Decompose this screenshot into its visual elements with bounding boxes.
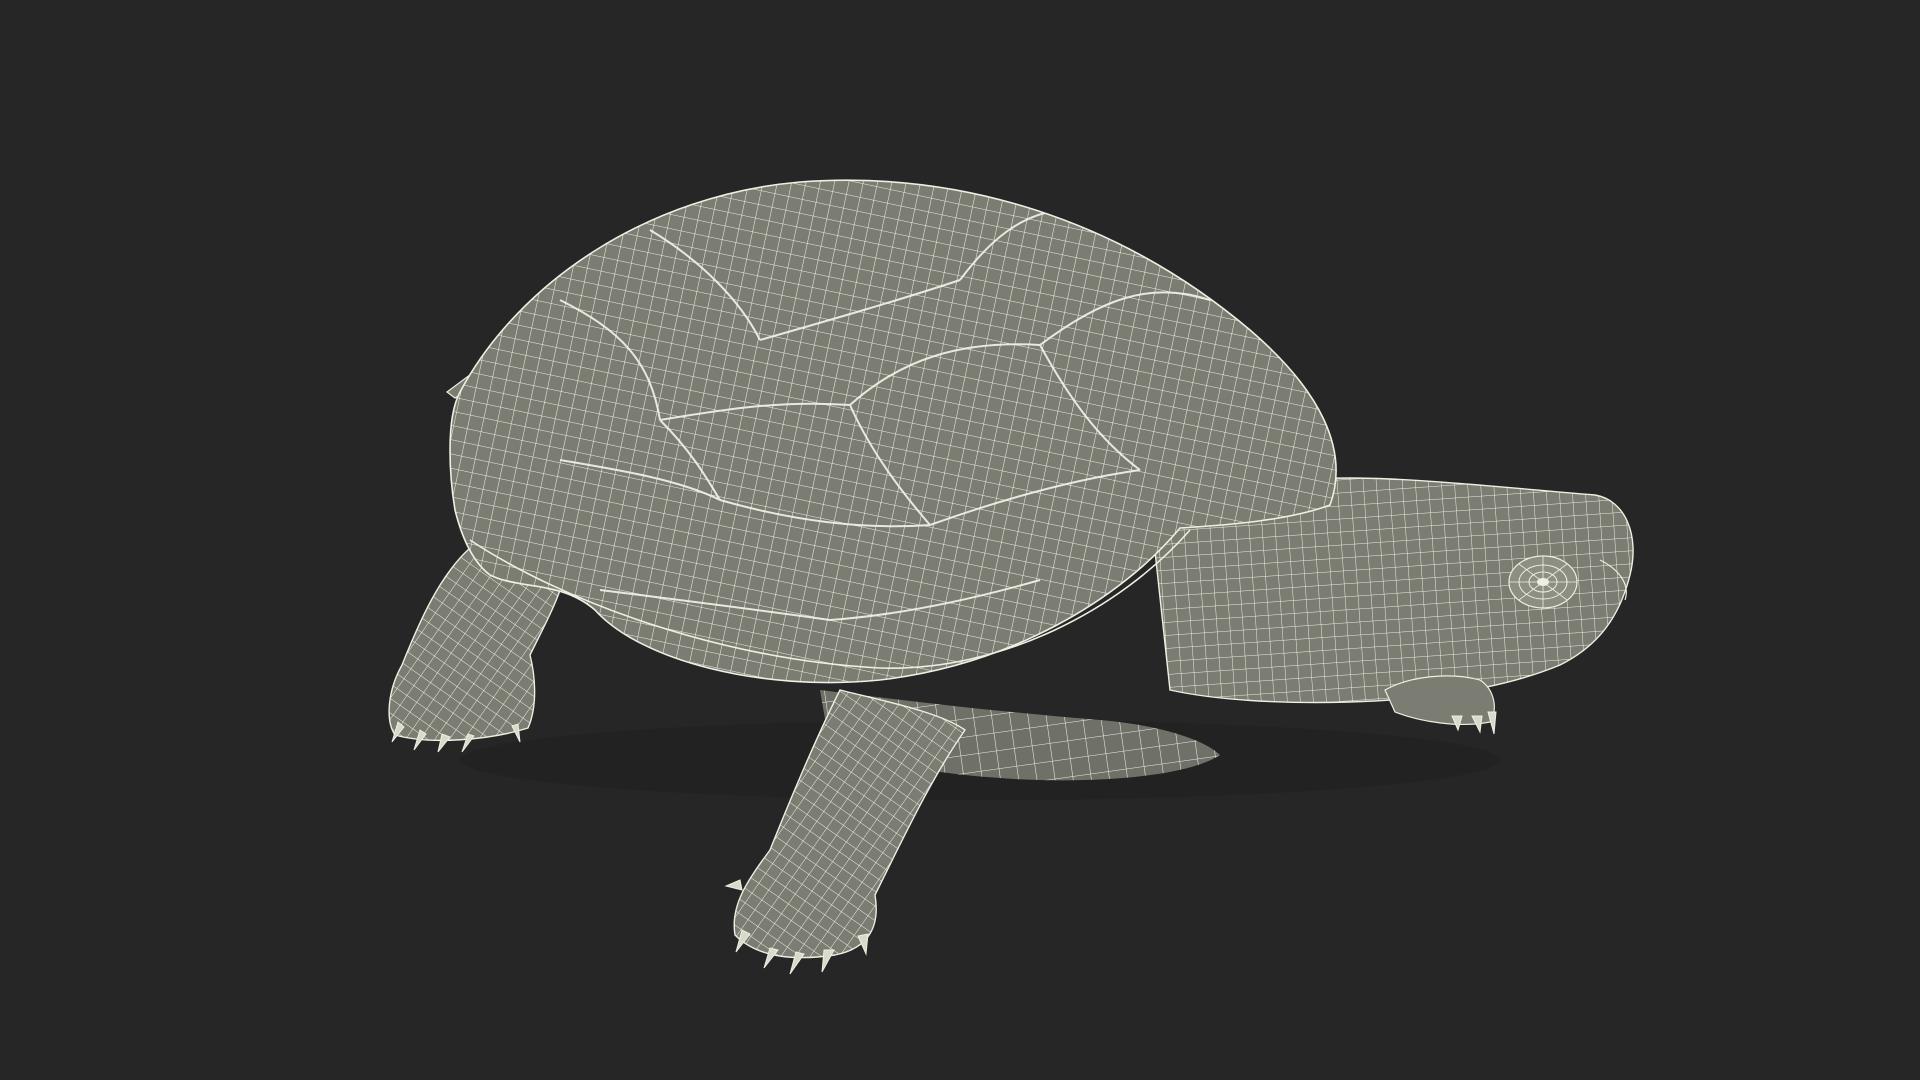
render-viewport	[0, 0, 1920, 1080]
front-right-foot	[1384, 675, 1497, 735]
turtle-wireframe-render	[388, 179, 1634, 975]
eye	[1508, 555, 1578, 609]
